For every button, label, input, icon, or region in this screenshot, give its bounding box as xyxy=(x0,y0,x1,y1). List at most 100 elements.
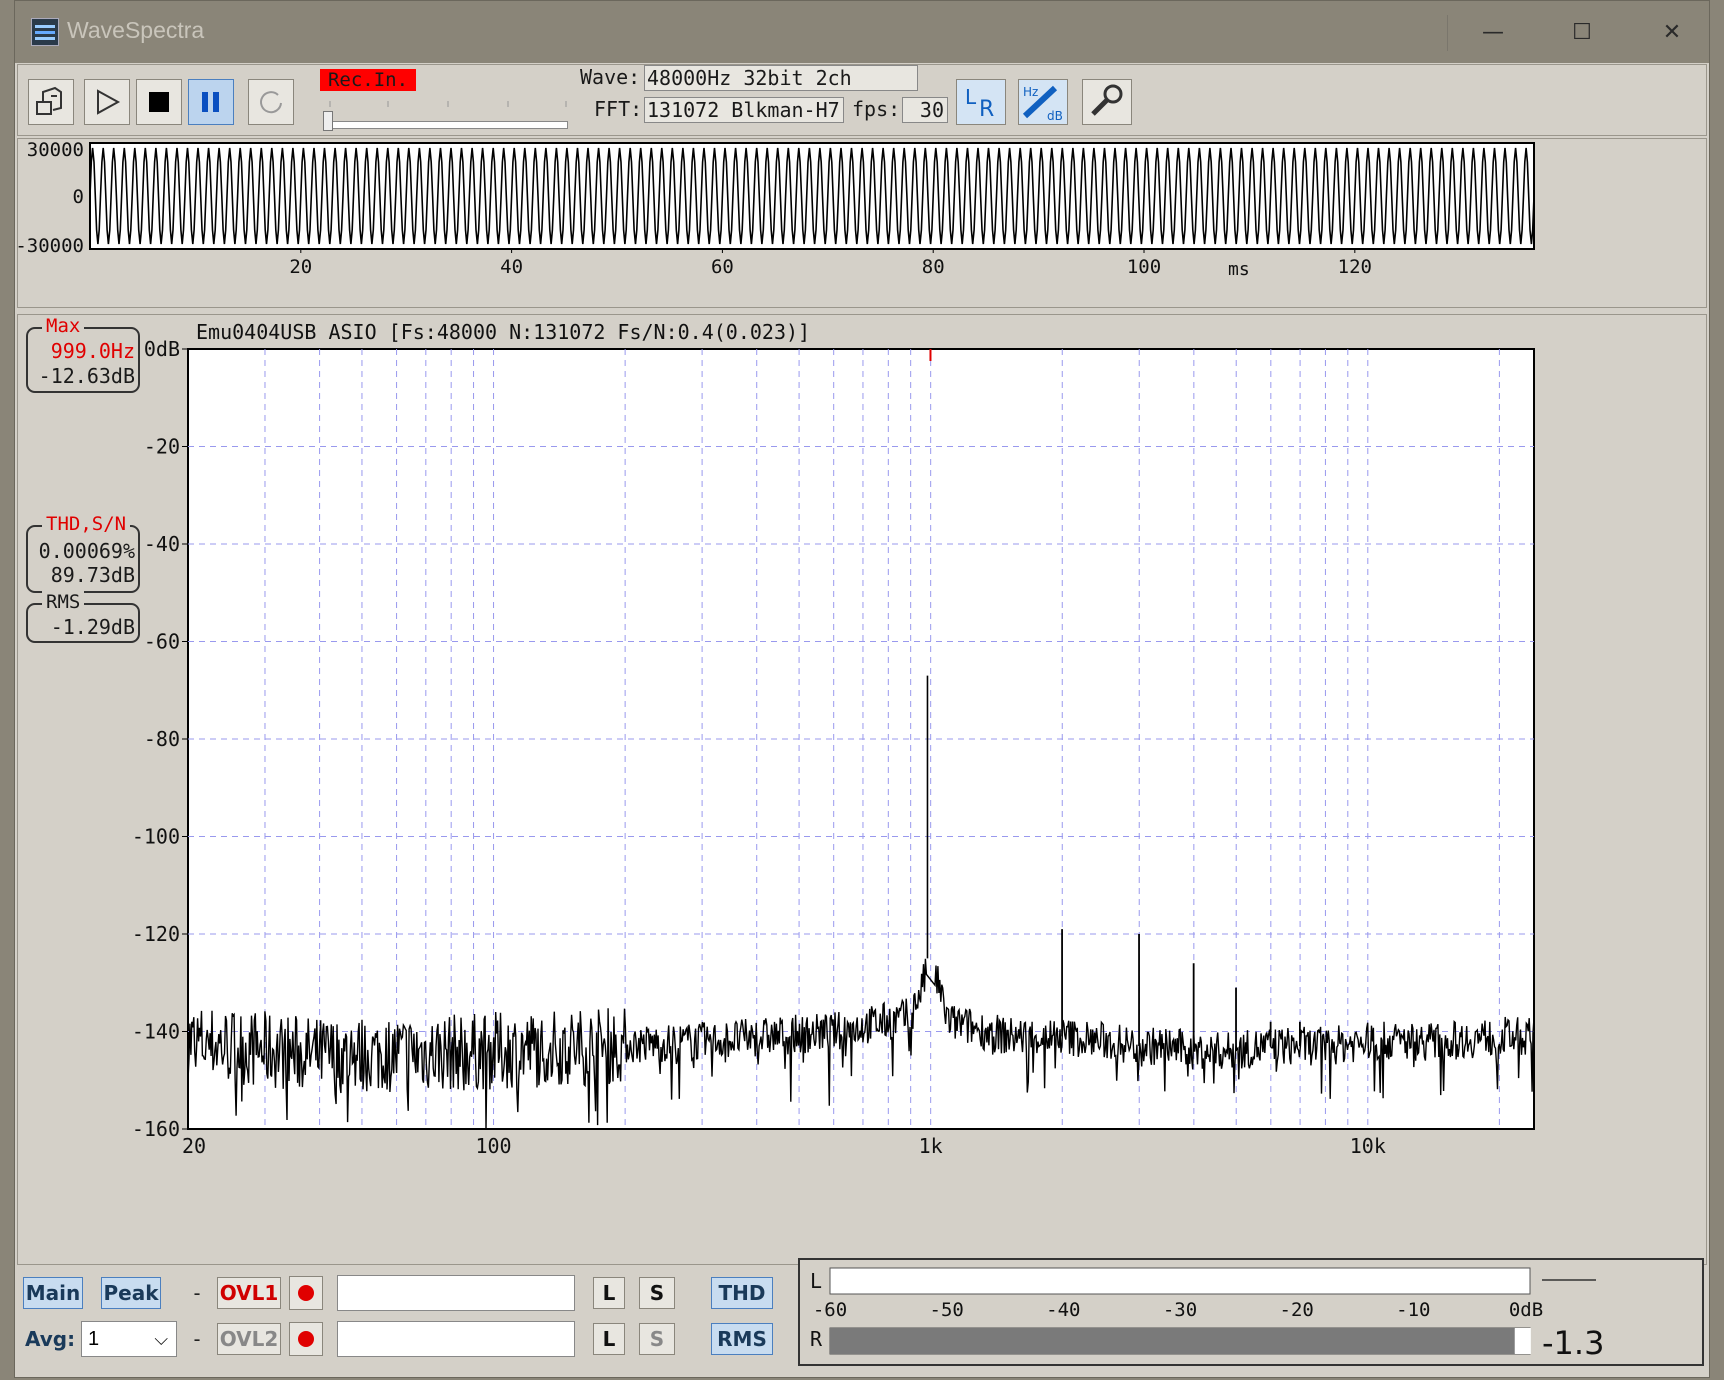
meter-r-fill xyxy=(830,1328,1515,1354)
spectrum-panel: Max 999.0Hz -12.63dB THD,S/N 0.00069% 89… xyxy=(17,314,1707,1265)
loop-icon xyxy=(260,91,282,114)
position-slider-thumb[interactable] xyxy=(323,111,333,131)
fps-field: 30 xyxy=(902,97,948,123)
close-button[interactable]: ✕ xyxy=(1627,15,1717,51)
meter-scale-tick: -50 xyxy=(930,1299,964,1321)
waveform-x-tick: 120 xyxy=(1338,256,1372,278)
lr-icon-l: L xyxy=(965,85,977,109)
settings-button[interactable] xyxy=(1082,79,1132,125)
ovl1-s-button[interactable]: S xyxy=(639,1277,675,1309)
spectrum-y-tick: -20 xyxy=(144,435,180,459)
avg-select[interactable]: 1 ⌵ xyxy=(81,1321,177,1357)
channel-lr-icon: LR xyxy=(965,85,994,122)
waveform-panel: 30000 0 -30000 20 40 60 80 100 120 ms xyxy=(17,138,1707,308)
main-button[interactable]: Main xyxy=(23,1277,83,1309)
ovl1-button[interactable]: OVL1 xyxy=(217,1277,281,1309)
spectrum-x-tick: 100 xyxy=(475,1134,511,1158)
dash-separator-2: - xyxy=(191,1327,204,1351)
pause-button[interactable] xyxy=(188,79,234,125)
waveform-x-unit: ms xyxy=(1228,259,1250,280)
thd-button[interactable]: THD xyxy=(711,1277,773,1309)
settings-wrench-icon xyxy=(1091,84,1123,116)
maximize-button[interactable]: ☐ xyxy=(1537,15,1627,51)
spectrum-y-tick: -140 xyxy=(132,1020,180,1044)
ovl1-name-field[interactable] xyxy=(337,1275,575,1311)
window-title: WaveSpectra xyxy=(67,17,205,43)
app-logo-icon xyxy=(31,18,59,46)
meter-readout: -1.3 xyxy=(1542,1324,1604,1362)
spectrum-y-tick: -160 xyxy=(132,1117,180,1141)
pause-icon xyxy=(202,92,219,112)
spectrum-y-tick: -100 xyxy=(132,825,180,849)
ovl1-l-button[interactable]: L xyxy=(593,1277,625,1309)
meter-l-label: L xyxy=(810,1269,822,1293)
spectrum-header: Emu0404USB ASIO [Fs:48000 N:131072 Fs/N:… xyxy=(196,320,810,344)
meter-scale-tick: -30 xyxy=(1163,1299,1197,1321)
ovl2-button[interactable]: OVL2 xyxy=(217,1323,281,1355)
play-icon xyxy=(97,89,121,115)
spectrum-y-tick: -60 xyxy=(144,630,180,654)
avg-label: Avg: xyxy=(25,1327,76,1351)
open-file-icon xyxy=(36,86,62,115)
wave-format-field: 48000Hz 32bit 2ch xyxy=(644,65,918,91)
waveform-y-tick: -30000 xyxy=(18,235,84,257)
meter-r-label: R xyxy=(810,1327,823,1351)
spectrum-y-tick: -80 xyxy=(144,727,180,751)
spectrum-y-tick: -40 xyxy=(144,532,180,556)
waveform-x-tick: 60 xyxy=(711,256,734,278)
waveform-plot: 30000 0 -30000 20 40 60 80 100 120 ms xyxy=(18,139,1535,280)
meter-scale-tick: -20 xyxy=(1280,1299,1314,1321)
app-window: WaveSpectra — ☐ ✕ Rec.In. Wave: 48000Hz … xyxy=(14,0,1710,1378)
ovl2-s-button[interactable]: S xyxy=(639,1323,675,1355)
waveform-y-tick: 30000 xyxy=(27,139,84,161)
channel-lr-button[interactable]: LR xyxy=(956,79,1006,125)
waveform-x-tick: 40 xyxy=(500,256,523,278)
hzdb-icon-db: dB xyxy=(1047,109,1063,122)
chevron-down-icon: ⌵ xyxy=(154,1329,168,1349)
meter-scale-tick: -40 xyxy=(1046,1299,1080,1321)
slider-ticks xyxy=(329,101,567,107)
ovl2-record-icon[interactable] xyxy=(289,1322,323,1356)
minimize-button[interactable]: — xyxy=(1447,15,1538,51)
position-slider-track[interactable] xyxy=(328,121,568,129)
fft-label: FFT: xyxy=(594,97,643,121)
open-file-button[interactable] xyxy=(28,79,74,125)
fft-setting-field: 131072 Blkman-H7 xyxy=(644,97,844,123)
meter-scale-tick: -10 xyxy=(1396,1299,1430,1321)
peak-button[interactable]: Peak xyxy=(101,1277,161,1309)
meter-scale-tick: -60 xyxy=(813,1299,847,1321)
ovl1-record-icon[interactable] xyxy=(289,1276,323,1310)
meter-scale-tick: 0dB xyxy=(1509,1299,1543,1321)
meter-l-bar xyxy=(829,1267,1531,1295)
lr-icon-r: R xyxy=(979,97,994,122)
hzdb-icon-hz: Hz xyxy=(1023,85,1038,99)
stop-button[interactable] xyxy=(136,79,182,125)
spectrum-x-tick: 1k xyxy=(919,1134,943,1158)
ovl2-name-field[interactable] xyxy=(337,1321,575,1357)
stop-icon xyxy=(149,92,169,112)
spectrum-plot: Emu0404USB ASIO [Fs:48000 N:131072 Fs/N:… xyxy=(132,320,1535,1158)
play-button[interactable] xyxy=(84,79,130,125)
loop-button[interactable] xyxy=(248,79,294,125)
waveform-x-tick: 100 xyxy=(1127,256,1161,278)
wave-label: Wave: xyxy=(580,65,641,89)
waveform-y-tick: 0 xyxy=(73,186,84,208)
fps-label: fps: xyxy=(852,97,901,121)
spectrum-y-tick: 0dB xyxy=(144,337,180,361)
dash-separator: - xyxy=(191,1281,204,1305)
level-meter-plot: L -60 -50 -40 -30 -20 -10 0dB R -1.3 xyxy=(810,1267,1604,1362)
avg-value: 1 xyxy=(88,1328,100,1350)
spectrum-x-tick: 20 xyxy=(182,1134,206,1158)
hz-db-scale-icon: HzdB xyxy=(1022,85,1063,122)
title-bar[interactable]: WaveSpectra — ☐ ✕ xyxy=(15,1,1709,63)
toolbar: Rec.In. Wave: 48000Hz 32bit 2ch FFT: 131… xyxy=(17,64,1707,136)
spectrum-y-tick: -120 xyxy=(132,922,180,946)
hz-db-scale-button[interactable]: Hz dB xyxy=(1018,79,1068,125)
level-meter: L -60 -50 -40 -30 -20 -10 0dB R -1.3 xyxy=(798,1258,1704,1366)
rec-in-indicator: Rec.In. xyxy=(320,69,416,91)
ovl2-l-button[interactable]: L xyxy=(593,1323,625,1355)
rms-button[interactable]: RMS xyxy=(711,1323,773,1355)
spectrum-x-tick: 10k xyxy=(1350,1134,1386,1158)
meter-r-peak-hold xyxy=(1514,1328,1531,1354)
waveform-x-tick: 20 xyxy=(289,256,312,278)
